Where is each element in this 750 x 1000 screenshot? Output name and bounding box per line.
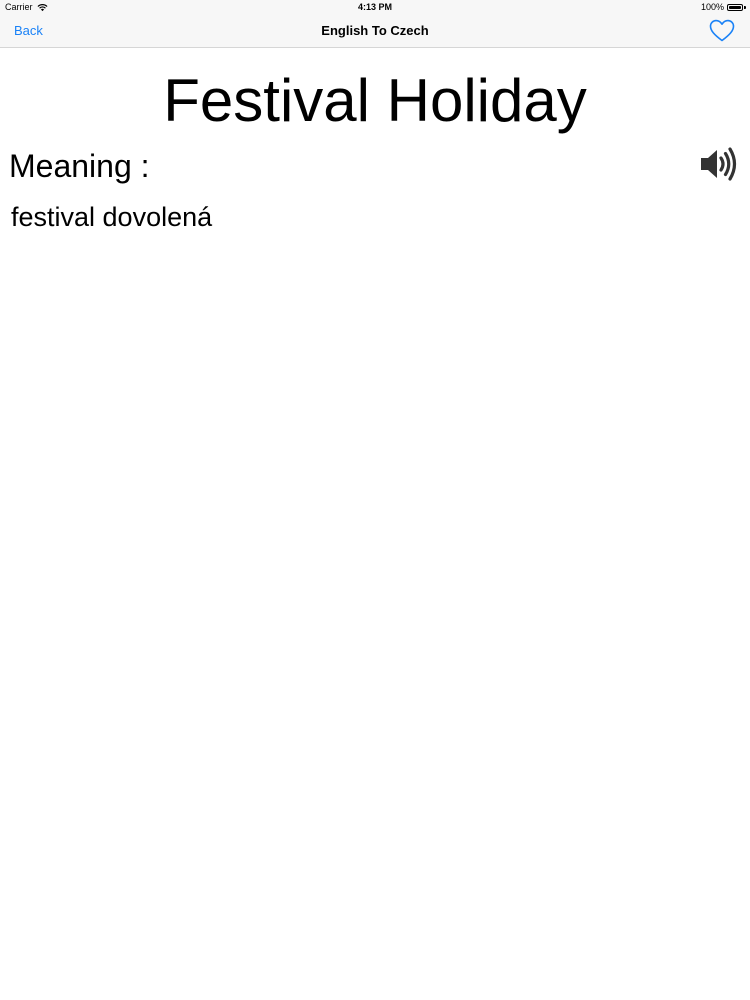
battery-percent: 100% bbox=[700, 2, 724, 12]
heart-outline-icon[interactable] bbox=[709, 19, 735, 43]
meaning-label: Meaning : bbox=[9, 148, 150, 184]
status-time: 4:13 PM bbox=[357, 2, 392, 12]
status-bar-right: 100% bbox=[701, 0, 746, 14]
status-bar: Carrier 4:13 PM 100% bbox=[0, 0, 750, 14]
navigation-bar: Back English To Czech bbox=[0, 14, 750, 48]
meaning-text: festival dovolená bbox=[11, 202, 213, 232]
nav-title: English To Czech bbox=[321, 23, 429, 38]
speaker-icon[interactable] bbox=[699, 146, 737, 182]
battery-icon bbox=[727, 3, 743, 11]
word-title: Festival Holiday bbox=[163, 67, 587, 134]
battery-tip bbox=[744, 5, 746, 9]
